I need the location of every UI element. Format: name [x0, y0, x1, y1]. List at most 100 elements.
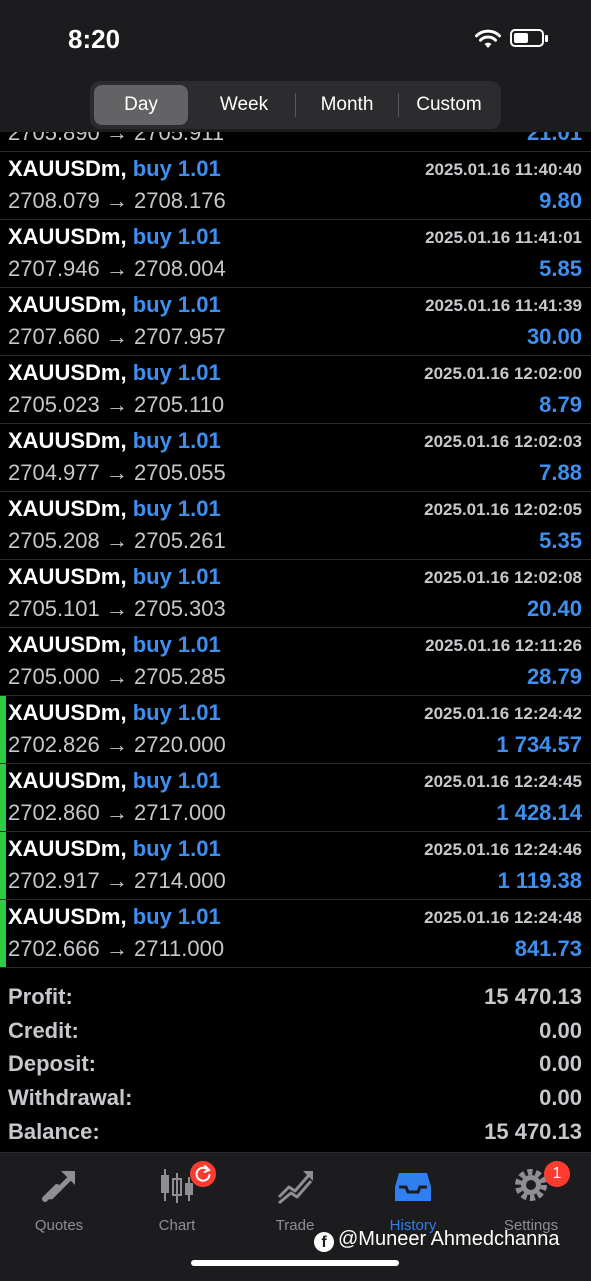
trade-row[interactable]: XAUUSDm, buy 1.01 2025.01.16 12:02:08 27…	[0, 560, 591, 628]
period-tab-week[interactable]: Week	[194, 85, 294, 125]
period-tab-month[interactable]: Month	[296, 85, 398, 125]
trade-symbol-text: XAUUSDm,	[8, 836, 127, 861]
period-bar: Day Week Month Custom	[0, 80, 591, 132]
trade-datetime: 2025.01.16 12:02:05	[424, 500, 582, 519]
trade-symbol-text: XAUUSDm,	[8, 156, 127, 181]
trade-prices: 2707.946 → 2708.004	[8, 256, 226, 281]
trade-row[interactable]: XAUUSDm, buy 1.01 2025.01.16 11:41:39 27…	[0, 288, 591, 356]
period-tab-day[interactable]: Day	[94, 85, 188, 125]
trade-row[interactable]: XAUUSDm, buy 1.01 2025.01.16 12:02:03 27…	[0, 424, 591, 492]
summary-label: Credit:	[8, 1018, 79, 1043]
trade-profit: 5.85	[539, 256, 582, 281]
trade-symbol-text: XAUUSDm,	[8, 224, 127, 249]
trade-symbol: XAUUSDm, buy 1.01	[8, 360, 221, 386]
summary-row-profit: Profit: 15 470.13	[0, 980, 591, 1014]
trade-type: buy 1.01	[132, 700, 221, 725]
trade-prices: 2702.666 → 2711.000	[8, 936, 225, 961]
summary-label: Deposit:	[8, 1051, 96, 1076]
trade-datetime: 2025.01.16 12:02:00	[424, 364, 582, 383]
trade-prices: 2705.890 → 2705.911	[8, 132, 225, 145]
summary-label: Balance:	[8, 1119, 100, 1144]
trade-row[interactable]: XAUUSDm, buy 1.01 2025.01.16 12:24:45 27…	[0, 764, 591, 832]
trade-symbol-text: XAUUSDm,	[8, 904, 127, 929]
trade-profit: 8.79	[539, 392, 582, 417]
watermark-text: @Muneer Ahmedchanna	[338, 1228, 560, 1250]
summary-value: 0.00	[539, 1085, 582, 1110]
trade-row[interactable]: 2705.890 → 2705.911 21.01	[0, 132, 591, 152]
trade-type: buy 1.01	[132, 292, 221, 317]
trade-symbol-text: XAUUSDm,	[8, 292, 127, 317]
tab-label: Quotes	[34, 1217, 84, 1234]
trade-symbol-text: XAUUSDm,	[8, 360, 127, 385]
trade-datetime: 2025.01.16 11:41:01	[425, 228, 582, 247]
summary-label: Profit:	[8, 984, 73, 1009]
trade-type: buy 1.01	[132, 564, 221, 589]
trade-row[interactable]: XAUUSDm, buy 1.01 2025.01.16 12:24:42 27…	[0, 696, 591, 764]
trade-profit: 1 119.38	[497, 868, 582, 893]
status-time: 8:20	[68, 24, 121, 54]
trade-symbol: XAUUSDm, buy 1.01	[8, 292, 221, 318]
trade-symbol-text: XAUUSDm,	[8, 428, 127, 453]
trade-prices: 2705.023 → 2705.110	[8, 392, 225, 417]
trade-row[interactable]: XAUUSDm, buy 1.01 2025.01.16 12:02:05 27…	[0, 492, 591, 560]
trade-type: buy 1.01	[132, 428, 221, 453]
trade-symbol: XAUUSDm, buy 1.01	[8, 768, 221, 794]
trade-symbol: XAUUSDm, buy 1.01	[8, 836, 221, 862]
trade-datetime: 2025.01.16 11:41:39	[425, 296, 582, 315]
facebook-icon: f	[314, 1232, 334, 1252]
refresh-icon	[195, 1165, 211, 1182]
trade-profit: 9.80	[539, 188, 582, 213]
trade-datetime: 2025.01.16 12:11:26	[425, 636, 582, 655]
trade-symbol-text: XAUUSDm,	[8, 496, 127, 521]
trade-symbol-text: XAUUSDm,	[8, 632, 127, 657]
trade-type: buy 1.01	[132, 836, 221, 861]
trade-profit: 28.79	[526, 664, 582, 689]
period-tab-custom[interactable]: Custom	[399, 85, 499, 125]
trade-profit: 7.88	[539, 460, 582, 485]
trade-profit: 841.73	[514, 936, 582, 961]
trade-prices: 2705.000 → 2705.285	[8, 664, 226, 689]
trade-profit: 5.35	[539, 528, 582, 553]
trade-symbol: XAUUSDm, buy 1.01	[8, 224, 221, 250]
tab-quotes[interactable]: Quotes	[0, 1163, 118, 1243]
trade-prices: 2708.079 → 2708.176	[8, 188, 226, 213]
trade-datetime: 2025.01.16 12:02:08	[424, 568, 582, 587]
summary-row-deposit: Deposit: 0.00	[0, 1047, 591, 1081]
trade-type: buy 1.01	[132, 904, 221, 929]
trade-row[interactable]: XAUUSDm, buy 1.01 2025.01.16 11:40:40 27…	[0, 152, 591, 220]
trade-datetime: 2025.01.16 12:24:46	[424, 840, 582, 859]
trade-type: buy 1.01	[132, 224, 221, 249]
trade-type: buy 1.01	[132, 768, 221, 793]
trade-datetime: 2025.01.16 12:24:48	[424, 908, 582, 927]
trade-icon	[277, 1171, 313, 1205]
tab-label: Chart	[158, 1217, 196, 1234]
trade-row[interactable]: XAUUSDm, buy 1.01 2025.01.16 12:11:26 27…	[0, 628, 591, 696]
trade-profit: 20.40	[526, 596, 582, 621]
trade-type: buy 1.01	[132, 496, 221, 521]
summary-value: 0.00	[539, 1018, 582, 1043]
battery-icon	[510, 29, 548, 47]
home-indicator[interactable]	[191, 1260, 399, 1266]
trade-symbol-text: XAUUSDm,	[8, 700, 127, 725]
summary-row-credit: Credit: 0.00	[0, 1014, 591, 1048]
trade-profit: 30.00	[526, 324, 582, 349]
trade-prices: 2705.101 → 2705.303	[8, 596, 226, 621]
trade-row[interactable]: XAUUSDm, buy 1.01 2025.01.16 12:02:00 27…	[0, 356, 591, 424]
trade-row[interactable]: XAUUSDm, buy 1.01 2025.01.16 12:24:46 27…	[0, 832, 591, 900]
wifi-icon	[475, 29, 501, 48]
summary-value: 0.00	[539, 1051, 582, 1076]
quotes-icon	[42, 1171, 75, 1202]
trade-profit: 1 428.14	[496, 800, 582, 825]
trade-prices: 2702.860 → 2717.000	[8, 800, 226, 825]
trade-datetime: 2025.01.16 11:40:40	[425, 160, 582, 179]
trade-symbol-text: XAUUSDm,	[8, 564, 127, 589]
history-icon	[395, 1173, 431, 1201]
summary-value: 15 470.13	[484, 1119, 582, 1144]
summary-row-balance: Balance: 15 470.13	[0, 1115, 591, 1149]
trade-profit: 21.01	[526, 132, 582, 145]
trade-row[interactable]: XAUUSDm, buy 1.01 2025.01.16 11:41:01 27…	[0, 220, 591, 288]
tab-chart[interactable]: Chart	[118, 1161, 236, 1243]
trade-row[interactable]: XAUUSDm, buy 1.01 2025.01.16 12:24:48 27…	[0, 900, 591, 968]
trade-prices: 2702.917 → 2714.000	[8, 868, 226, 893]
summary-label: Withdrawal:	[8, 1085, 133, 1110]
